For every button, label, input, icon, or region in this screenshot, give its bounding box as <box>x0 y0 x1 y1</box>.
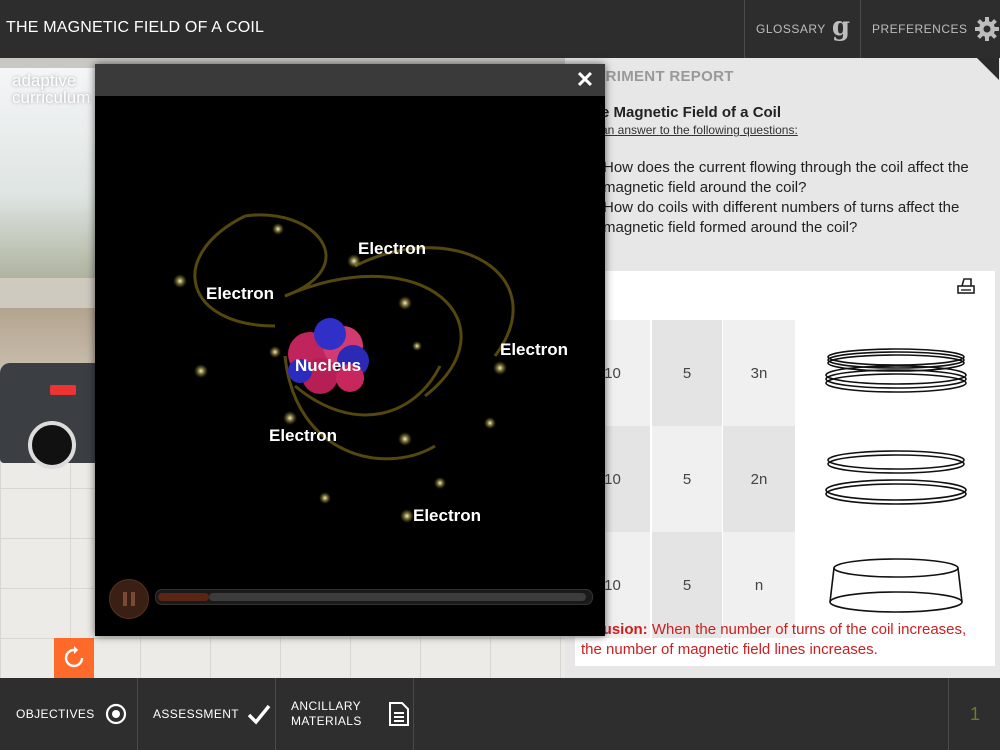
reset-button[interactable] <box>54 638 94 678</box>
assessment-button[interactable]: ASSESSMENT <box>137 678 276 750</box>
coil-icon <box>825 348 967 393</box>
objectives-label: OBJECTIVES <box>16 707 95 721</box>
app-title: THE MAGNETIC FIELD OF A COIL <box>6 19 265 36</box>
ancillary-label-1: ANCILLARY <box>291 699 362 713</box>
reset-icon <box>64 646 84 668</box>
pause-button[interactable] <box>109 579 149 619</box>
coil-image-2n <box>797 426 995 532</box>
ancillary-label-2: MATERIALS <box>291 714 362 728</box>
cell-field: 2n <box>723 426 795 532</box>
electron-label: Electron <box>500 340 569 359</box>
table-row: 10 5 2n <box>575 426 995 532</box>
report-title: e Magnetic Field of a Coil <box>601 104 782 121</box>
glossary-button[interactable]: GLOSSARY g <box>744 0 861 58</box>
current-dial[interactable] <box>28 421 76 469</box>
close-icon[interactable]: ✕ <box>573 67 597 92</box>
report-subtitle: an answer to the following questions: <box>601 123 798 137</box>
checkmark-icon <box>247 704 271 725</box>
preferences-button[interactable]: PREFERENCES <box>860 0 1000 58</box>
pause-icon <box>123 592 127 606</box>
table-row: 10 5 3n <box>575 320 995 426</box>
top-bar: THE MAGNETIC FIELD OF A COIL GLOSSARY g … <box>0 0 1000 58</box>
progress-fill <box>158 593 210 601</box>
glossary-icon: g <box>831 12 851 42</box>
target-icon <box>105 703 126 725</box>
progress-track <box>209 593 586 601</box>
cell-turns: 5 <box>652 426 722 532</box>
power-switch[interactable] <box>50 385 76 395</box>
atom-animation <box>173 213 515 523</box>
coil-image-3n <box>797 320 995 426</box>
experiment-report-panel: PERIMENT REPORT e Magnetic Field of a Co… <box>565 58 1000 678</box>
video-modal: ✕ Electron Electron Electron Nucleus Ele… <box>95 64 605 636</box>
gear-icon <box>974 17 999 41</box>
logo-line-1: adaptive <box>12 71 77 90</box>
assessment-label: ASSESSMENT <box>153 707 240 721</box>
electron-label: Electron <box>358 239 427 258</box>
logo-line-2: curriculum <box>12 88 91 107</box>
video-player[interactable]: Electron Electron Electron Nucleus Elect… <box>95 96 605 636</box>
electron-label: Electron <box>269 426 338 445</box>
document-icon <box>388 702 409 726</box>
page-number[interactable]: 1 <box>948 678 1000 750</box>
electron-label: Electron <box>206 284 275 303</box>
objectives-button[interactable]: OBJECTIVES <box>0 678 138 750</box>
bottom-bar: OBJECTIVES ASSESSMENT ANCILLARY MATERIAL… <box>0 678 1000 750</box>
results-table: 10 5 3n 10 5 2n 10 5 n <box>575 271 995 666</box>
adaptive-curriculum-logo: adaptive curriculum <box>12 72 90 106</box>
power-supply[interactable] <box>0 363 110 469</box>
nucleus-label: Nucleus <box>295 356 362 375</box>
ancillary-materials-button[interactable]: ANCILLARY MATERIALS <box>275 678 414 750</box>
electron-label: Electron <box>413 506 482 525</box>
glossary-label: GLOSSARY <box>756 22 826 36</box>
coil-icon <box>829 558 963 613</box>
question-2: How do coils with different numbers of t… <box>603 199 960 236</box>
print-icon[interactable] <box>957 277 975 295</box>
page-fold <box>977 58 999 80</box>
coil-icon <box>825 450 967 505</box>
report-heading: PERIMENT REPORT <box>585 68 734 85</box>
cell-turns: 5 <box>652 320 722 426</box>
preferences-label: PREFERENCES <box>872 22 968 36</box>
video-progress-bar[interactable] <box>155 589 593 605</box>
cell-field: 3n <box>723 320 795 426</box>
question-1: How does the current flowing through the… <box>603 159 969 196</box>
conclusion: nclusion: When the number of turns of th… <box>581 620 991 660</box>
modal-header: ✕ <box>95 64 605 96</box>
